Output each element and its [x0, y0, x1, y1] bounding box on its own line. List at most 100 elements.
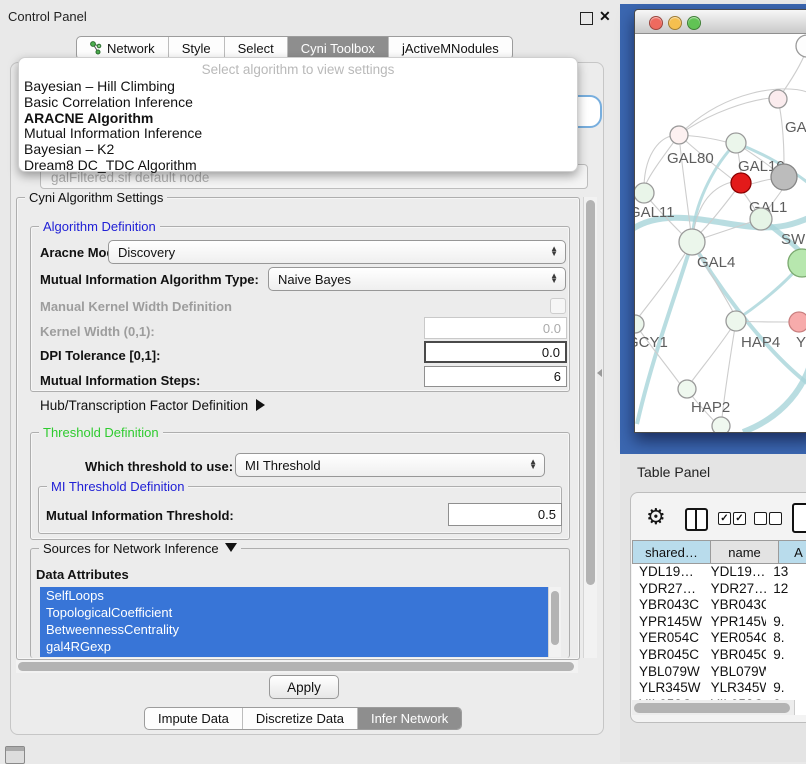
column-header[interactable]: A [779, 540, 806, 564]
data-attribute-item[interactable]: gal4RGexp [40, 638, 548, 655]
tab-network[interactable]: Network [77, 37, 168, 59]
tab-select[interactable]: Select [224, 37, 287, 59]
data-attributes-list[interactable]: SelfLoopsTopologicalCoefficientBetweenne… [40, 587, 548, 657]
table-cell: 12 [766, 581, 806, 598]
dropdown-item[interactable]: Bayesian – Hill Climbing [19, 79, 577, 95]
which-threshold-combo[interactable]: MI Threshold ▲▼ [235, 453, 545, 477]
tab-label: Select [238, 41, 274, 56]
network-node-gal[interactable] [769, 90, 787, 108]
network-edge[interactable] [679, 98, 771, 135]
network-node[interactable] [712, 417, 730, 432]
dpi-tolerance-field[interactable]: 0.0 [424, 341, 567, 363]
gear-icon[interactable]: ⚙ [646, 504, 666, 530]
combo-stepper-icon: ▲▼ [529, 460, 537, 470]
table-cell: 9. [766, 680, 806, 697]
data-attribute-item[interactable]: TopologicalCoefficient [40, 604, 548, 621]
dropdown-item[interactable]: Bayesian – K2 [19, 142, 577, 158]
network-node-gal1[interactable] [731, 173, 751, 193]
network-node-gal4[interactable] [679, 229, 705, 255]
dropdown-item[interactable]: Dream8 DC_TDC Algorithm [19, 158, 577, 174]
network-node-label: GAL80 [667, 150, 714, 167]
network-edge[interactable] [692, 321, 736, 381]
threshold-definition-title: Threshold Definition [39, 425, 163, 440]
dropdown-item[interactable]: ARACNE Algorithm [19, 111, 577, 127]
aracne-mode-combo[interactable]: Discovery ▲▼ [108, 240, 566, 264]
column-header[interactable]: name [711, 540, 779, 564]
algorithm-definition-title: Algorithm Definition [39, 219, 160, 234]
columns-icon[interactable] [685, 508, 708, 531]
mac-minimize-icon[interactable] [668, 16, 682, 30]
network-node-gal11[interactable] [635, 183, 654, 203]
float-window-icon[interactable] [580, 12, 593, 25]
checked-checkbox-icon-1[interactable]: ✓ [718, 512, 731, 525]
table-horizontal-scrollbar[interactable] [632, 700, 794, 715]
docked-panel-icon[interactable] [5, 746, 25, 764]
splitter-collapse-arrow[interactable] [597, 369, 602, 377]
mode-tab-impute-data[interactable]: Impute Data [145, 708, 242, 729]
mi-threshold-group-title: MI Threshold Definition [47, 479, 188, 494]
app-root: { "colors": { "desktop_blue": "#3b67b1",… [0, 0, 806, 762]
data-attribute-item[interactable]: BetweennessCentrality [40, 621, 548, 638]
tab-style[interactable]: Style [168, 37, 224, 59]
tab-label: Style [182, 41, 211, 56]
mac-zoom-icon[interactable] [687, 16, 701, 30]
data-attribute-item[interactable]: SelfLoops [40, 587, 548, 604]
table-row[interactable]: YBR043CYBR043C [632, 597, 806, 614]
mi-type-value: Naive Bayes [278, 272, 351, 287]
network-node[interactable] [788, 249, 806, 277]
network-node-hap2[interactable] [678, 380, 696, 398]
network-node-gcy1[interactable] [635, 315, 644, 333]
mode-tab-infer-network[interactable]: Infer Network [357, 708, 461, 729]
network-node-swi4[interactable] [750, 208, 772, 230]
network-node-hap4[interactable] [726, 311, 746, 331]
tab-jactivemnodules[interactable]: jActiveMNodules [388, 37, 512, 59]
network-node-gal80[interactable] [670, 126, 688, 144]
manual-kernel-checkbox[interactable] [550, 298, 566, 314]
table-cell: YBR045C [704, 647, 767, 664]
dropdown-item[interactable]: Basic Correlation Inference [19, 95, 577, 111]
expander-right-icon [256, 399, 265, 411]
column-header[interactable]: shared… [632, 540, 711, 564]
cyni-algorithm-settings-title: Cyni Algorithm Settings [25, 190, 167, 205]
dropdown-item[interactable]: Mutual Information Inference [19, 126, 577, 142]
tab-cyni-toolbox[interactable]: Cyni Toolbox [287, 37, 388, 59]
attr-list-scrollbar[interactable] [548, 587, 561, 657]
settings-vertical-scrollbar[interactable] [583, 197, 597, 658]
table-row[interactable]: YPR145WYPR145W9. [632, 614, 806, 631]
mode-tab-discretize-data[interactable]: Discretize Data [242, 708, 357, 729]
kernel-width-field[interactable]: 0.0 [424, 317, 567, 339]
network-edge[interactable] [638, 242, 692, 318]
network-view-window[interactable]: GALGAL80GAL10GAL1GAL11SWI4GAL4GCY1HAP4YH… [634, 9, 806, 433]
table-row[interactable]: YDL19…YDL19…13 [632, 564, 806, 581]
apply-button[interactable]: Apply [269, 675, 339, 699]
kernel-width-label: Kernel Width (0,1): [40, 324, 155, 339]
mi-type-combo[interactable]: Naive Bayes ▲▼ [268, 267, 566, 291]
network-edge[interactable] [751, 179, 772, 184]
mi-steps-value: 6 [554, 369, 561, 384]
network-node-label: GAL11 [635, 204, 675, 221]
mi-steps-field[interactable]: 6 [424, 366, 567, 387]
network-edge[interactable] [635, 324, 680, 384]
unchecked-checkbox-icon-2[interactable] [769, 512, 782, 525]
checked-checkbox-icon-2[interactable]: ✓ [733, 512, 746, 525]
table-row[interactable]: YBR045CYBR045C9. [632, 647, 806, 664]
network-node[interactable] [796, 35, 806, 57]
table-row[interactable]: YDR27…YDR27…12 [632, 581, 806, 598]
page-icon[interactable] [792, 503, 806, 533]
network-canvas[interactable]: GALGAL80GAL10GAL1GAL11SWI4GAL4GCY1HAP4YH… [635, 34, 806, 432]
hub-factor-expander[interactable]: Hub/Transcription Factor Definition [40, 398, 265, 413]
mac-close-icon[interactable] [649, 16, 663, 30]
unchecked-checkbox-icon-1[interactable] [754, 512, 767, 525]
mi-threshold-field[interactable]: 0.5 [448, 503, 562, 526]
table-row[interactable]: YER054CYER054C8. [632, 630, 806, 647]
sources-group-title[interactable]: Sources for Network Inference [39, 541, 241, 556]
network-node[interactable] [771, 164, 797, 190]
table-row[interactable]: YBL079WYBL079W [632, 664, 806, 681]
table-row[interactable]: YLR345WYLR345W9. [632, 680, 806, 697]
scrollbar-corner [794, 700, 806, 715]
network-edge[interactable] [778, 99, 784, 164]
settings-horizontal-scrollbar[interactable] [16, 660, 578, 673]
network-node-gal10[interactable] [726, 133, 746, 153]
close-icon[interactable]: ✕ [599, 8, 611, 25]
network-node-y[interactable] [789, 312, 806, 332]
